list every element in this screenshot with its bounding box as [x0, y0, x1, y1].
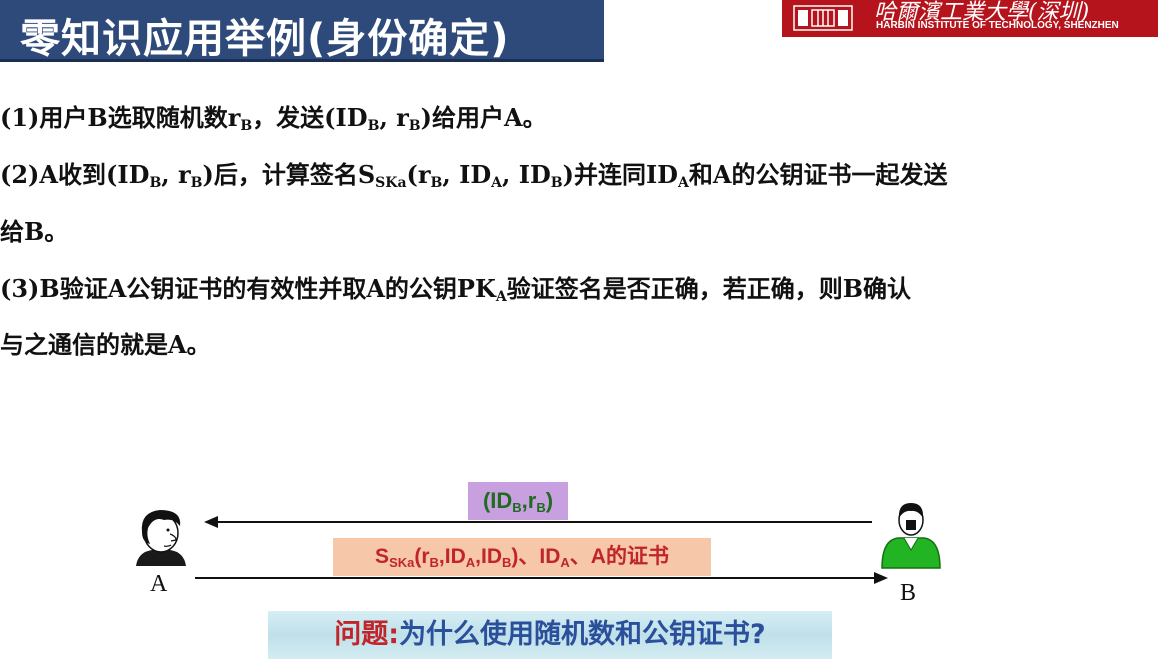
message-id-b-r-b: (IDB,rB): [468, 482, 568, 520]
question-text: 为什么使用随机数和公钥证书?: [399, 619, 766, 650]
arrowhead-left: [204, 516, 218, 528]
question-box: 问题:为什么使用随机数和公钥证书?: [268, 611, 832, 659]
arrowhead-right: [874, 572, 888, 584]
person-a-icon: [136, 510, 186, 566]
person-b-icon: [881, 503, 941, 569]
label-b: B: [900, 580, 917, 606]
question-prefix: 问题:: [334, 619, 400, 650]
message-signature-certificate: SSKa(rB,IDA,IDB)、IDA、A的证书: [333, 538, 711, 576]
label-a: A: [150, 571, 168, 597]
